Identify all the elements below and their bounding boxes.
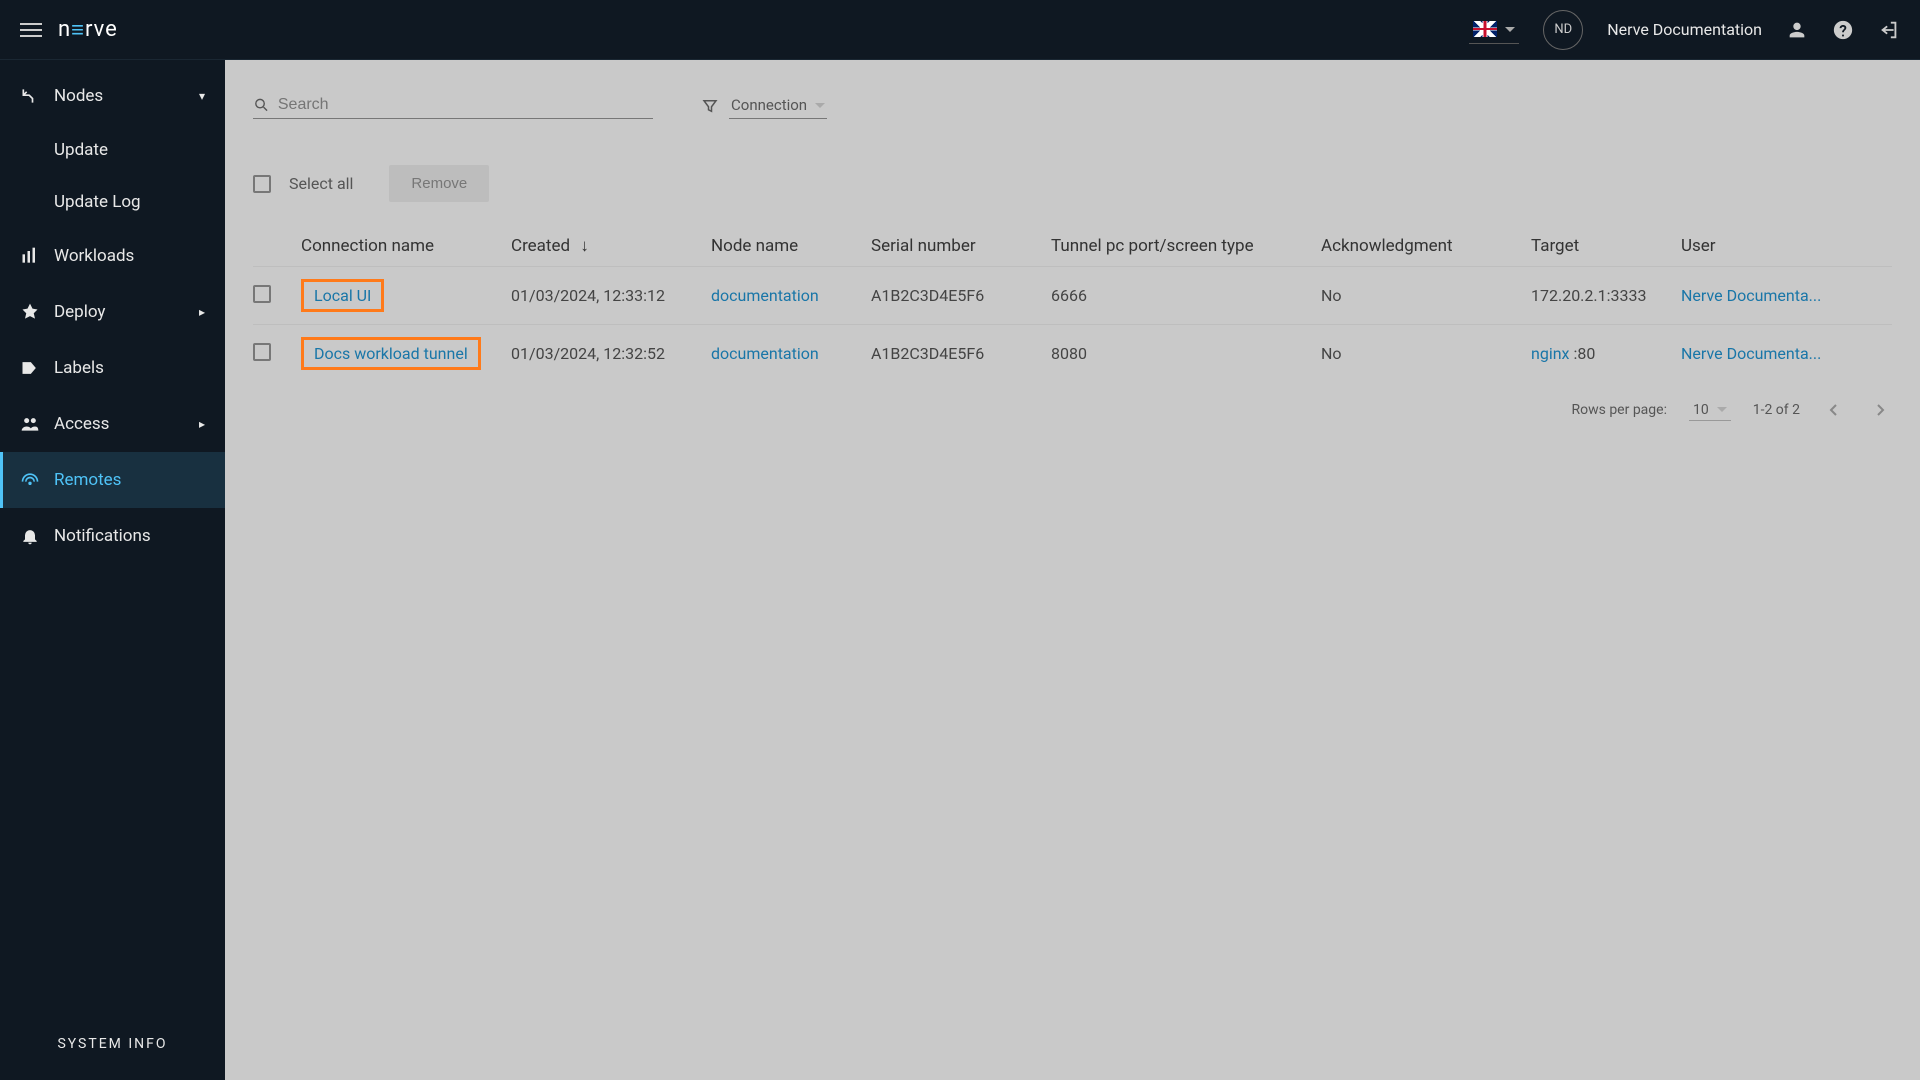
sidebar-item-label: Nodes bbox=[54, 86, 103, 106]
nodes-icon bbox=[20, 86, 40, 106]
caret-down-icon bbox=[1505, 27, 1515, 32]
sidebar-item-update-log[interactable]: Update Log bbox=[0, 176, 225, 228]
target-link[interactable]: nginx bbox=[1531, 344, 1569, 363]
language-selector[interactable] bbox=[1469, 15, 1519, 44]
user-label: Nerve Documentation bbox=[1607, 20, 1762, 39]
caret-down-icon bbox=[815, 103, 825, 108]
remove-button[interactable]: Remove bbox=[389, 165, 489, 202]
connection-link[interactable]: Docs workload tunnel bbox=[301, 337, 481, 370]
col-user[interactable]: User bbox=[1681, 236, 1861, 256]
logo-text-e: ≡ bbox=[71, 17, 85, 43]
help-icon[interactable] bbox=[1832, 19, 1854, 41]
connections-table: Connection name Created ↓ Node name Seri… bbox=[253, 226, 1892, 382]
access-icon bbox=[20, 414, 40, 434]
node-link[interactable]: documentation bbox=[711, 286, 819, 305]
sidebar-item-label: Remotes bbox=[54, 470, 121, 490]
sidebar-item-update[interactable]: Update bbox=[0, 124, 225, 176]
cell-tunnel: 6666 bbox=[1051, 286, 1321, 305]
bell-icon bbox=[20, 526, 40, 546]
remotes-icon bbox=[20, 470, 40, 490]
rows-per-page-label: Rows per page: bbox=[1571, 402, 1666, 418]
cell-serial: A1B2C3D4E5F6 bbox=[871, 344, 1051, 363]
sidebar-item-label: Update Log bbox=[54, 192, 141, 212]
chevron-right-icon: ▸ bbox=[199, 417, 205, 431]
filter-dropdown[interactable]: Connection bbox=[729, 92, 827, 119]
sidebar-item-label: Access bbox=[54, 414, 109, 434]
main-content: Connection Select all Remove Connection … bbox=[225, 60, 1920, 1080]
col-created[interactable]: Created ↓ bbox=[511, 236, 711, 256]
col-serial[interactable]: Serial number bbox=[871, 236, 1051, 256]
table-row: Local UI 01/03/2024, 12:33:12 documentat… bbox=[253, 266, 1892, 324]
sort-desc-icon: ↓ bbox=[580, 236, 589, 256]
pagination: Rows per page: 10 1-2 of 2 bbox=[253, 398, 1892, 422]
table-header: Connection name Created ↓ Node name Seri… bbox=[253, 226, 1892, 266]
sidebar: Nodes ▾ Update Update Log Workloads Depl… bbox=[0, 60, 225, 1080]
cell-target: 172.20.2.1:3333 bbox=[1531, 286, 1681, 305]
sidebar-item-nodes[interactable]: Nodes ▾ bbox=[0, 68, 225, 124]
deploy-icon bbox=[20, 302, 40, 322]
workloads-icon bbox=[20, 246, 40, 266]
sidebar-item-access[interactable]: Access ▸ bbox=[0, 396, 225, 452]
col-tunnel[interactable]: Tunnel pc port/screen type bbox=[1051, 236, 1321, 256]
logo: n≡rve bbox=[58, 17, 118, 43]
search-field[interactable] bbox=[253, 92, 653, 119]
chevron-down-icon: ▾ bbox=[199, 89, 205, 103]
rows-per-page-select[interactable]: 10 bbox=[1689, 400, 1731, 421]
search-icon bbox=[253, 96, 270, 114]
cell-target: nginx :80 bbox=[1531, 344, 1681, 363]
user-link[interactable]: Nerve Documenta... bbox=[1681, 344, 1861, 363]
prev-page-button[interactable] bbox=[1822, 398, 1846, 422]
select-all-label: Select all bbox=[289, 174, 353, 193]
user-icon[interactable] bbox=[1786, 19, 1808, 41]
col-connection-name[interactable]: Connection name bbox=[301, 236, 511, 256]
cell-created: 01/03/2024, 12:33:12 bbox=[511, 286, 711, 305]
avatar[interactable]: ND bbox=[1543, 10, 1583, 50]
flag-uk-icon bbox=[1473, 21, 1497, 37]
avatar-initials: ND bbox=[1554, 22, 1572, 37]
col-node-name[interactable]: Node name bbox=[711, 236, 871, 256]
table-row: Docs workload tunnel 01/03/2024, 12:32:5… bbox=[253, 324, 1892, 382]
sidebar-item-label: Update bbox=[54, 140, 108, 160]
system-info-button[interactable]: SYSTEM INFO bbox=[0, 1018, 225, 1080]
connection-link[interactable]: Local UI bbox=[301, 279, 384, 312]
user-link[interactable]: Nerve Documenta... bbox=[1681, 286, 1861, 305]
sidebar-item-label: Labels bbox=[54, 358, 104, 378]
cell-ack: No bbox=[1321, 286, 1531, 305]
next-page-button[interactable] bbox=[1868, 398, 1892, 422]
filter-label-text: Connection bbox=[731, 96, 807, 114]
cell-created: 01/03/2024, 12:32:52 bbox=[511, 344, 711, 363]
sidebar-item-labels[interactable]: Labels bbox=[0, 340, 225, 396]
target-suffix: :80 bbox=[1569, 344, 1595, 363]
cell-serial: A1B2C3D4E5F6 bbox=[871, 286, 1051, 305]
select-all-checkbox[interactable] bbox=[253, 175, 271, 193]
sidebar-item-label: Deploy bbox=[54, 302, 105, 322]
labels-icon bbox=[20, 358, 40, 378]
menu-toggle-icon[interactable] bbox=[20, 23, 42, 37]
col-ack[interactable]: Acknowledgment bbox=[1321, 236, 1531, 256]
row-checkbox[interactable] bbox=[253, 285, 271, 303]
sidebar-item-notifications[interactable]: Notifications bbox=[0, 508, 225, 564]
app-header: n≡rve ND Nerve Documentation bbox=[0, 0, 1920, 60]
filter-icon[interactable] bbox=[701, 97, 719, 115]
target-suffix: 172.20.2.1:3333 bbox=[1531, 286, 1646, 305]
node-link[interactable]: documentation bbox=[711, 344, 819, 363]
col-target[interactable]: Target bbox=[1531, 236, 1681, 256]
search-input[interactable] bbox=[278, 96, 653, 114]
rows-per-page-value: 10 bbox=[1693, 402, 1709, 418]
sidebar-item-label: Notifications bbox=[54, 526, 151, 546]
cell-tunnel: 8080 bbox=[1051, 344, 1321, 363]
logo-text-pre: n bbox=[58, 17, 71, 42]
chevron-right-icon: ▸ bbox=[199, 305, 205, 319]
sidebar-item-label: Workloads bbox=[54, 246, 134, 266]
logo-text-post: rve bbox=[85, 17, 118, 42]
sidebar-item-deploy[interactable]: Deploy ▸ bbox=[0, 284, 225, 340]
caret-down-icon bbox=[1717, 407, 1727, 412]
row-checkbox[interactable] bbox=[253, 343, 271, 361]
logout-icon[interactable] bbox=[1878, 19, 1900, 41]
sidebar-item-remotes[interactable]: Remotes bbox=[0, 452, 225, 508]
sidebar-item-workloads[interactable]: Workloads bbox=[0, 228, 225, 284]
pagination-range: 1-2 of 2 bbox=[1753, 402, 1800, 418]
cell-ack: No bbox=[1321, 344, 1531, 363]
